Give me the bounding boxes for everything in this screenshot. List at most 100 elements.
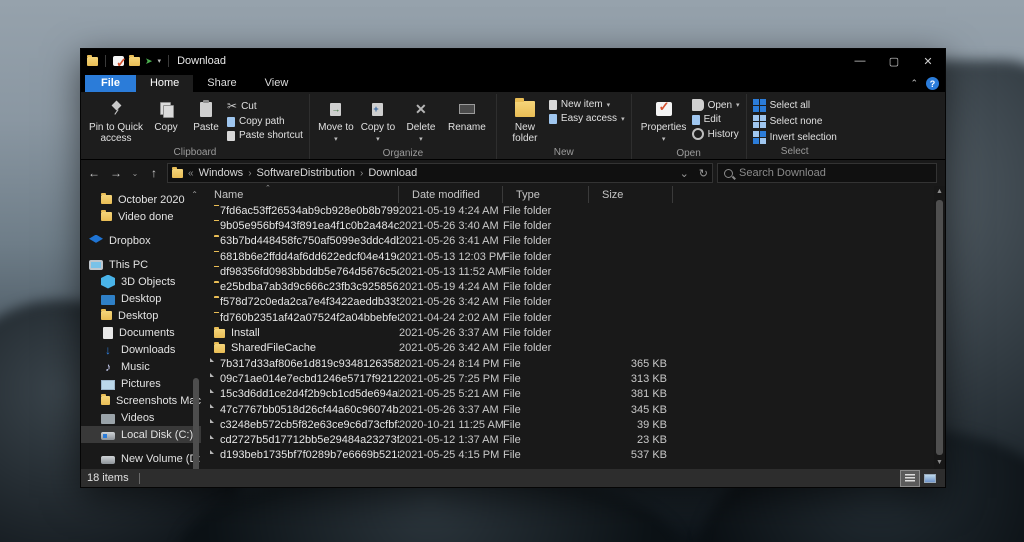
sidebar-scroll-up-icon[interactable]: ⌃ (191, 190, 198, 199)
sidebar-item[interactable]: 3D Objects (81, 273, 201, 290)
easy-access-button[interactable]: Easy access▾ (549, 113, 625, 124)
column-header-size[interactable]: Size (589, 186, 673, 203)
copy-button[interactable]: Copy (147, 96, 185, 135)
properties-qat-icon[interactable] (113, 56, 124, 66)
sidebar-item[interactable]: This PC (81, 256, 201, 273)
qat-customize-chevron-icon[interactable]: ▾ (158, 57, 162, 65)
address-dropdown-chevron-icon[interactable]: ⌄ (680, 167, 689, 180)
sidebar-item[interactable]: ♪Music (81, 358, 201, 375)
title-bar[interactable]: ➤ ▾ Download — ▢ ✕ (81, 49, 945, 73)
table-row[interactable]: df98356fd0983bbddb5e764d5676c5db2021-05-… (201, 264, 933, 279)
up-icon[interactable]: ↑ (145, 166, 163, 180)
column-header-date-modified[interactable]: Date modified (399, 186, 503, 203)
sidebar-item[interactable]: Videos (81, 409, 201, 426)
column-header-name[interactable]: Name ⌃ (201, 186, 399, 203)
column-header-type[interactable]: Type (503, 186, 589, 203)
pin-to-quick-access-button[interactable]: Pin to Quick access (87, 96, 145, 146)
sidebar-item[interactable]: New Volume (D: (81, 450, 201, 467)
table-row[interactable]: fd760b2351af42a07524f2a04bbebfe82021-04-… (201, 310, 933, 325)
tab-share[interactable]: Share (193, 75, 250, 92)
details-view-button[interactable] (901, 471, 919, 486)
sidebar-item[interactable]: ↓Downloads (81, 341, 201, 358)
table-row[interactable]: d193beb1735bf7f0289b7e6669b5218297f7...2… (201, 448, 933, 463)
breadcrumb-softwaredistribution[interactable]: SoftwareDistribution (257, 167, 355, 179)
move-to-button[interactable]: Move to ▾ (316, 96, 356, 147)
invert-selection-button[interactable]: Invert selection (753, 131, 837, 144)
select-all-button[interactable]: Select all (753, 99, 837, 112)
properties-button[interactable]: Properties▾ (638, 96, 690, 147)
rename-button[interactable]: Rename (444, 96, 490, 135)
history-button[interactable]: History (692, 128, 740, 140)
table-row[interactable]: 6818b6e2ffdd4af6dd622edcf04e419d2021-05-… (201, 249, 933, 264)
edit-button[interactable]: Edit (692, 114, 740, 125)
table-row[interactable]: 7b317d33af806e1d819c9348126358e9ec8e...2… (201, 356, 933, 371)
sidebar-item[interactable]: New Volume (G: (81, 467, 201, 469)
sidebar-item[interactable]: Dropbox (81, 232, 201, 249)
new-item-button[interactable]: New item▾ (549, 99, 625, 110)
table-row[interactable]: Install2021-05-26 3:37 AMFile folder (201, 325, 933, 340)
table-row[interactable]: cd2727b5d17712bb5e29484a23273fc0145...20… (201, 432, 933, 447)
window-folder-icon (87, 57, 98, 66)
scroll-down-arrow-icon[interactable]: ▼ (936, 457, 943, 469)
close-button[interactable]: ✕ (911, 49, 945, 73)
scrollbar-thumb[interactable] (936, 200, 943, 455)
open-button[interactable]: Open▾ (692, 99, 740, 111)
sidebar-item-label: Downloads (121, 344, 175, 356)
table-row[interactable]: 15c3d6dd1ce2d4f2b9cb1cd5de694ab20b...202… (201, 387, 933, 402)
breadcrumb-download[interactable]: Download (368, 167, 417, 179)
back-icon[interactable]: ← (85, 166, 103, 180)
list-scrollbar[interactable]: ▲ ▼ (934, 186, 945, 469)
delete-button[interactable]: ✕ Delete▾ (400, 96, 442, 147)
copy-path-button[interactable]: Copy path (227, 116, 303, 127)
recent-locations-chevron-icon[interactable]: ⌄ (129, 169, 141, 178)
table-row[interactable]: c3248eb572cb5f82e63ce9c6d73cfbf39b10...2… (201, 417, 933, 432)
ribbon: Pin to Quick access Copy Paste ✂ Cut (81, 92, 945, 160)
search-input[interactable]: Search Download (717, 163, 937, 183)
help-icon[interactable]: ? (926, 77, 939, 90)
table-row[interactable]: 7fd6ac53ff26534ab9cb928e0b8b79982021-05-… (201, 203, 933, 218)
sidebar-item[interactable]: Screenshots Mac (81, 392, 201, 409)
file-name: f578d72c0eda2ca7e4f3422aeddb3359 (220, 296, 399, 308)
table-row[interactable]: 09c71ae014e7ecbd1246e5717f9212a9de97...2… (201, 371, 933, 386)
file-size: 345 KB (589, 404, 673, 416)
refresh-icon[interactable]: ↻ (699, 167, 708, 180)
sidebar-item[interactable]: Desktop (81, 290, 201, 307)
maximize-button[interactable]: ▢ (877, 49, 911, 73)
sidebar-item[interactable]: October 2020 (81, 191, 201, 208)
breadcrumb-windows[interactable]: Windows (199, 167, 244, 179)
scroll-up-arrow-icon[interactable]: ▲ (936, 186, 943, 198)
sidebar-scrollbar[interactable] (193, 378, 199, 469)
tab-file[interactable]: File (85, 75, 136, 92)
sidebar-item[interactable]: Video done (81, 208, 201, 225)
breadcrumb-overflow-icon[interactable]: « (188, 168, 194, 179)
breadcrumb[interactable]: « Windows › SoftwareDistribution › Downl… (167, 163, 713, 183)
forward-icon[interactable]: → (107, 166, 125, 180)
new-folder-qat-icon[interactable] (129, 57, 140, 66)
table-row[interactable]: SharedFileCache2021-05-26 3:42 AMFile fo… (201, 341, 933, 356)
copy-to-button[interactable]: Copy to ▾ (358, 96, 398, 147)
file-name: fd760b2351af42a07524f2a04bbebfe8 (220, 312, 399, 324)
tab-view[interactable]: View (251, 75, 303, 92)
new-folder-button[interactable]: New folder (503, 96, 547, 146)
sidebar-item[interactable]: Local Disk (C:) (81, 426, 201, 443)
paste-button[interactable]: Paste (187, 96, 225, 135)
large-icons-view-button[interactable] (921, 471, 939, 486)
tab-home[interactable]: Home (136, 75, 193, 92)
chevron-right-icon: › (360, 168, 363, 179)
file-date-modified: 2021-04-24 2:02 AM (399, 312, 503, 324)
sidebar-item[interactable]: Desktop (81, 307, 201, 324)
sidebar-item[interactable]: Pictures (81, 375, 201, 392)
ribbon-group-open: Properties▾ Open▾ Edit His (631, 94, 746, 159)
table-row[interactable]: 9b05e956bf943f891ea4f1c0b2a484c52021-05-… (201, 218, 933, 233)
table-row[interactable]: e25bdba7ab3d9c666c23fb3c9258567b2021-05-… (201, 279, 933, 294)
table-row[interactable]: 63b7bd448458fc750af5099e3ddc4db32021-05-… (201, 234, 933, 249)
table-row[interactable]: 47c7767bb0518d26cf44a60c96074bd5dcc...20… (201, 402, 933, 417)
minimize-button[interactable]: — (843, 49, 877, 73)
collapse-ribbon-icon[interactable]: ⌃ (910, 78, 918, 89)
cut-button[interactable]: ✂ Cut (227, 99, 303, 113)
undo-qat-icon[interactable]: ➤ (145, 56, 153, 67)
select-none-button[interactable]: Select none (753, 115, 837, 128)
paste-shortcut-button[interactable]: Paste shortcut (227, 130, 303, 141)
sidebar-item[interactable]: Documents (81, 324, 201, 341)
table-row[interactable]: f578d72c0eda2ca7e4f3422aeddb33592021-05-… (201, 295, 933, 310)
